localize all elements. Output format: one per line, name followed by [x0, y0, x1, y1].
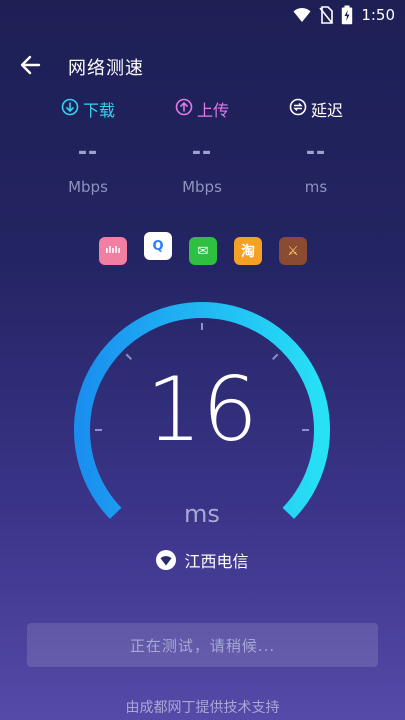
metric-download-unit: Mbps — [68, 178, 108, 196]
latency-icon — [289, 98, 307, 120]
metric-latency-value: -- — [305, 140, 327, 165]
metric-upload: 上传 -- Mbps — [147, 96, 257, 196]
gauge-tick — [272, 353, 279, 360]
metric-download-value: -- — [77, 140, 99, 165]
testing-status-button[interactable]: 正在测试，请稍候... — [27, 623, 378, 667]
battery-charging-icon — [341, 5, 353, 25]
status-bar: 1:50 — [0, 0, 405, 32]
metric-download: 下载 -- Mbps — [33, 96, 143, 196]
game-icon: ⚔ — [279, 237, 307, 265]
gauge-tick — [125, 353, 132, 360]
back-arrow-icon[interactable] — [18, 52, 44, 78]
metric-upload-unit: Mbps — [182, 178, 222, 196]
metric-latency: 延迟 -- ms — [261, 96, 371, 196]
gauge-value: 16 — [146, 358, 258, 461]
no-sim-icon — [319, 6, 334, 24]
app-icons-row: ılılı Q ✉ 淘 ⚔ — [0, 232, 405, 273]
metric-download-label: 下载 — [82, 101, 115, 120]
footer-credit: 由成都网丁提供技术支持 — [125, 700, 280, 716]
metric-upload-value: -- — [191, 140, 213, 165]
isp-info: 江西电信 — [0, 548, 405, 572]
bilibili-icon: ılılı — [99, 237, 127, 265]
taobao-icon: 淘 — [234, 237, 262, 265]
metric-upload-label: 上传 — [196, 101, 229, 120]
clock-time: 1:50 — [361, 6, 395, 24]
status-icons: 1:50 — [293, 5, 395, 25]
wechat-icon: ✉ — [189, 237, 217, 265]
isp-name: 江西电信 — [184, 552, 249, 571]
wifi-circle-icon — [156, 550, 177, 570]
app-header: 网络测速 — [0, 44, 405, 84]
metrics-panel: 下载 -- Mbps 上传 -- Mbps 延迟 -- ms — [0, 96, 405, 206]
page-title: 网络测速 — [68, 58, 144, 79]
metric-latency-unit: ms — [304, 178, 328, 196]
metric-latency-label: 延迟 — [310, 101, 343, 120]
upload-icon — [175, 98, 193, 120]
qq-icon: Q — [144, 232, 172, 260]
wifi-icon — [293, 7, 311, 23]
gauge-unit: ms — [184, 500, 220, 528]
latency-gauge: 16 ms — [62, 300, 342, 560]
download-icon — [61, 98, 79, 120]
